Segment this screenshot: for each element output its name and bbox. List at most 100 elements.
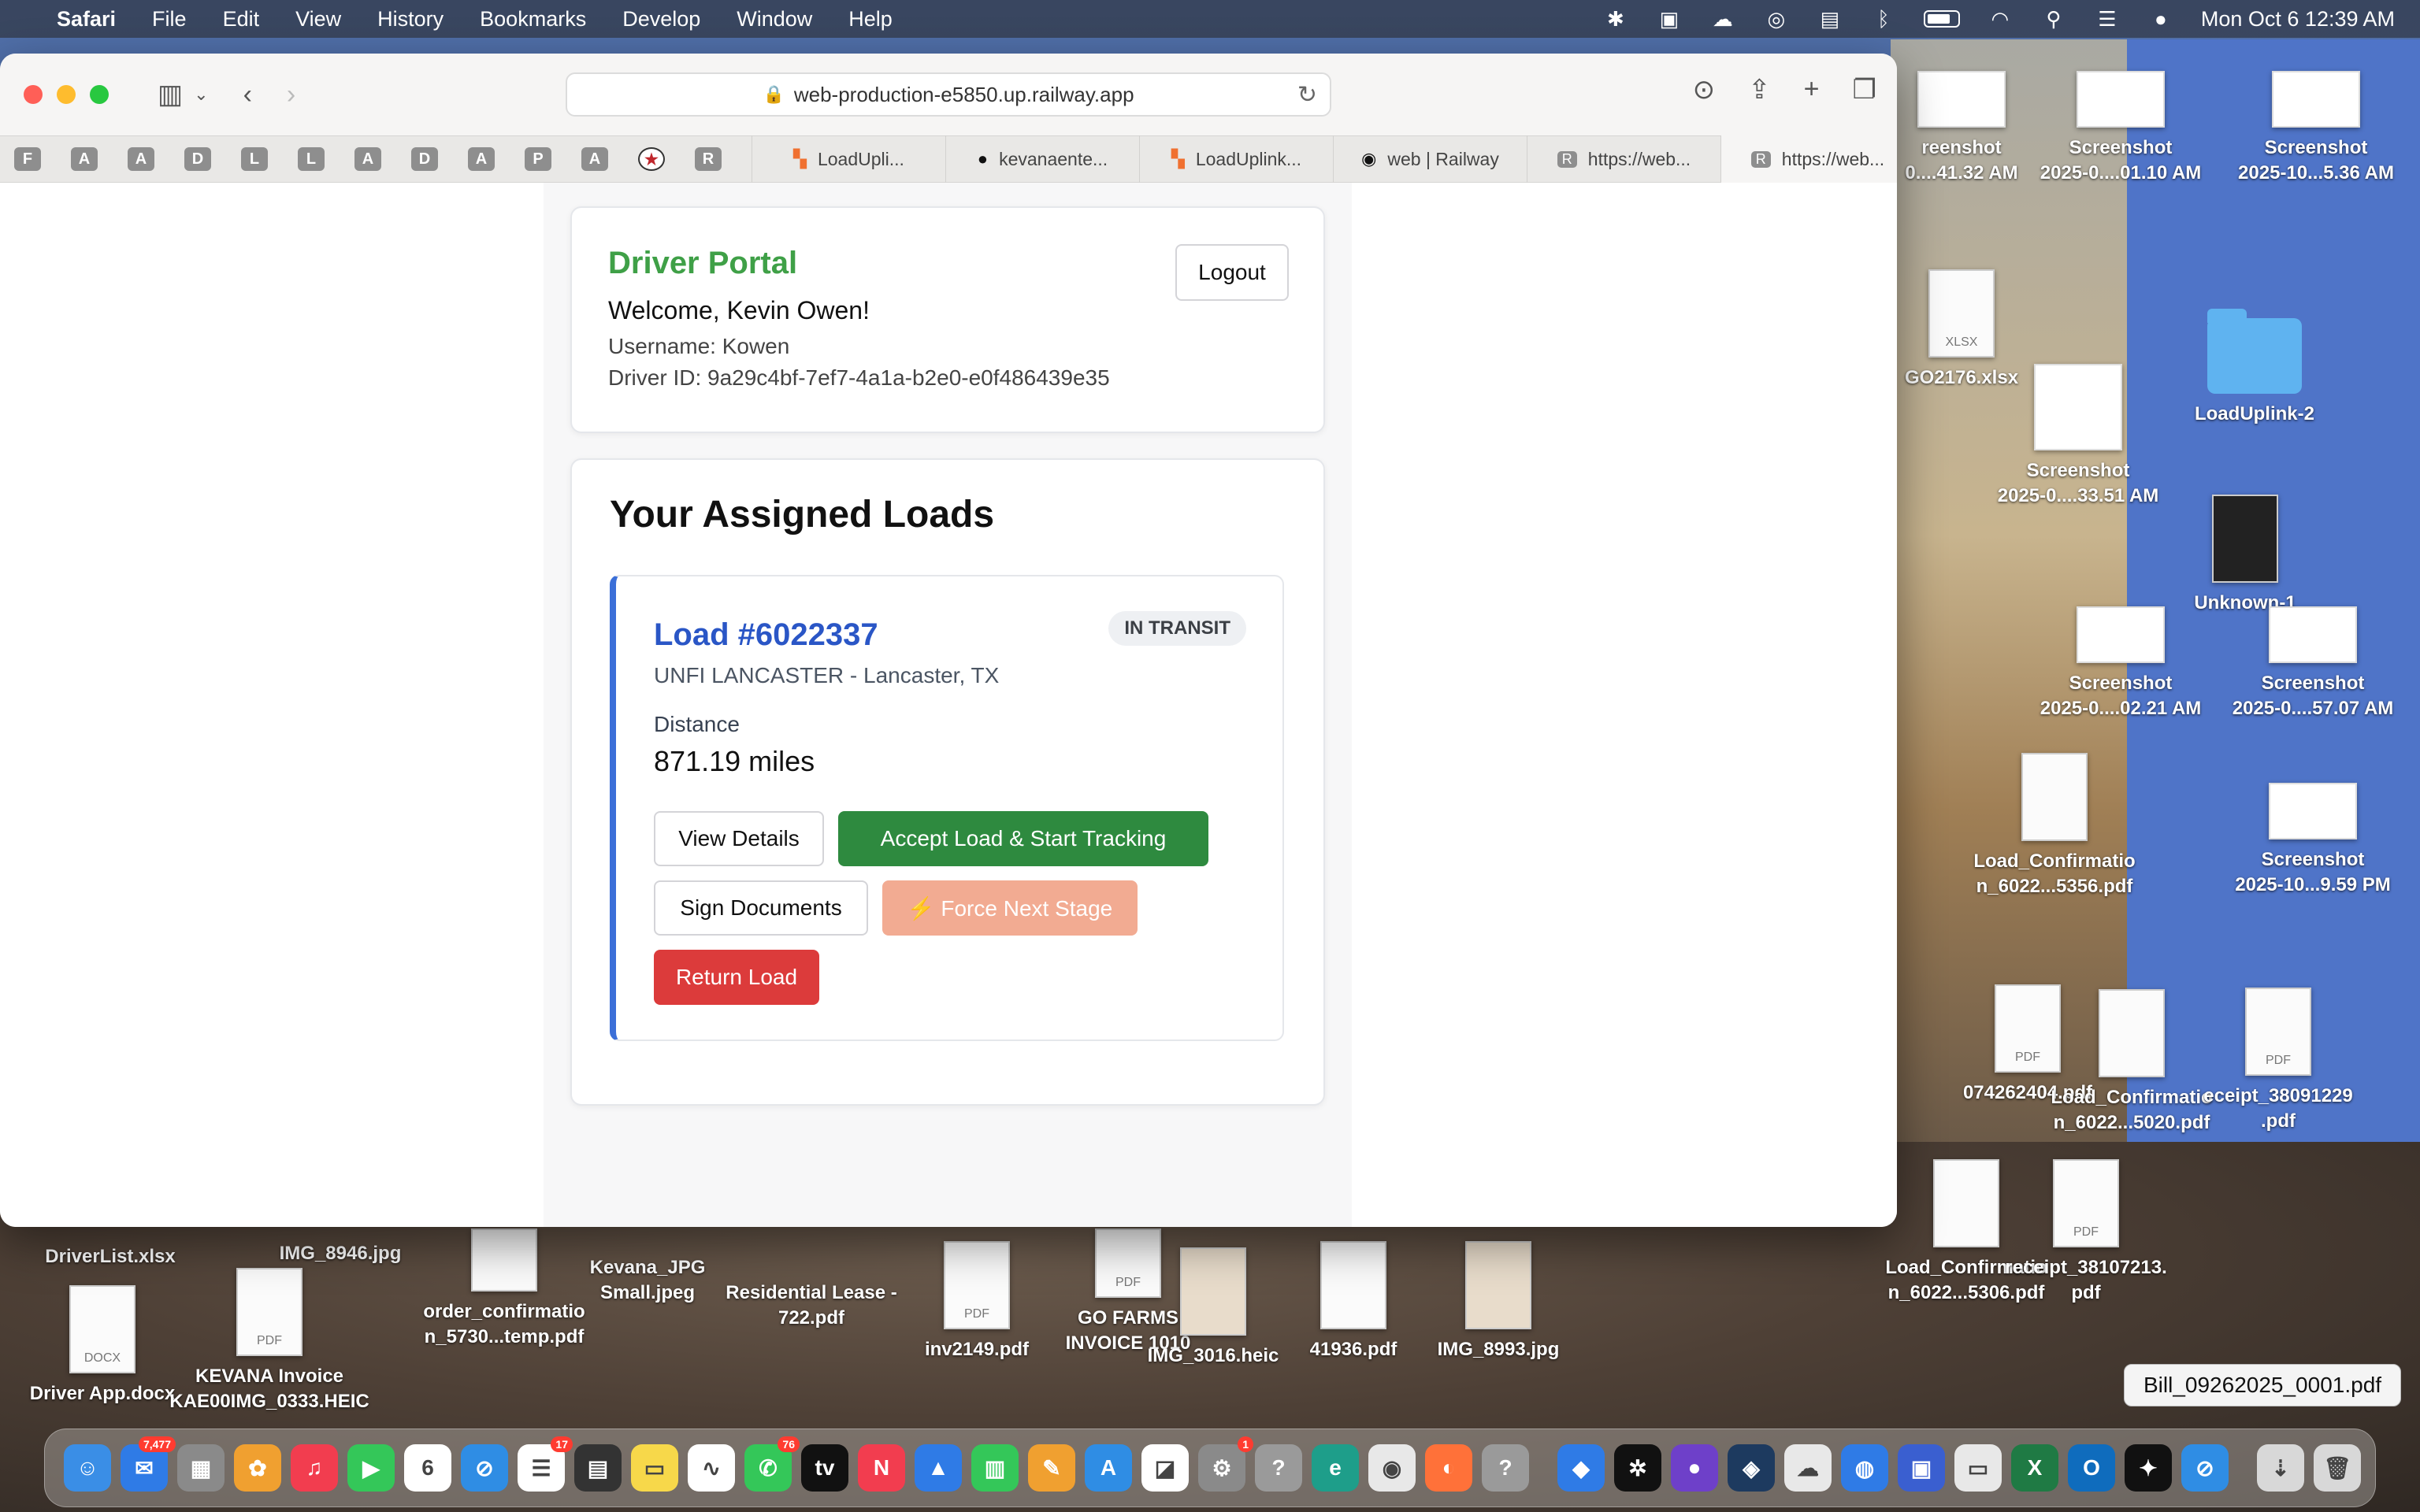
unknown-app-icon[interactable]: ? (1482, 1444, 1529, 1492)
calendar-icon[interactable]: 6 (404, 1444, 451, 1492)
safari-small-icon[interactable]: ⊘ (2181, 1444, 2229, 1492)
desktop-icon[interactable]: PDF eceipt_38091229 .pdf (2192, 988, 2365, 1134)
menu-window[interactable]: Window (737, 7, 812, 32)
pinned-tab[interactable]: F (14, 147, 41, 171)
view-details-button[interactable]: View Details (654, 811, 824, 866)
desktop-icon[interactable]: Screenshot 2025-10...9.59 PM (2226, 783, 2400, 898)
pinned-tab[interactable]: ★ (638, 147, 665, 171)
desktop-icon[interactable]: DOCX Driver App.docx (16, 1285, 189, 1406)
menu-view[interactable]: View (295, 7, 341, 32)
cloud-icon[interactable]: ☁ (1709, 7, 1736, 31)
sign-documents-button[interactable]: Sign Documents (654, 880, 868, 936)
desktop-icon[interactable]: Kevana_JPG Small.jpeg (561, 1255, 734, 1306)
finder-window-icon[interactable]: ▭ (1954, 1444, 2002, 1492)
app-status-icon[interactable]: ▣ (1656, 7, 1683, 31)
firefox-icon[interactable]: ◐ (1425, 1444, 1472, 1492)
docker-icon[interactable]: ◈ (1728, 1444, 1775, 1492)
pinned-tab[interactable]: D (411, 147, 438, 171)
pinned-tab[interactable]: P (525, 147, 551, 171)
minimize-window-button[interactable] (57, 85, 76, 104)
chatgpt-icon[interactable]: ✲ (1614, 1444, 1661, 1492)
browser-tab[interactable]: ◉ web | Railway (1333, 135, 1527, 183)
desktop-icon[interactable]: Load_Confirmatio n_6022...5356.pdf (1968, 753, 2141, 899)
calculator-icon[interactable]: ▤ (574, 1444, 622, 1492)
downloads-icon[interactable]: ⇣ (2257, 1444, 2304, 1492)
mail-icon[interactable]: ✉ 7,477 (121, 1436, 176, 1492)
bluetooth-icon[interactable]: ᛒ (1870, 7, 1897, 31)
menu-clock[interactable]: Mon Oct 6 12:39 AM (2201, 7, 2395, 32)
desktop-icon[interactable]: Unknown-1 (2158, 495, 2332, 616)
reminders-icon[interactable]: ☰ 17 (518, 1436, 573, 1492)
wifi-icon[interactable]: ◠ (1987, 7, 2014, 31)
facetime-icon[interactable]: ▶ (347, 1444, 395, 1492)
load-number[interactable]: Load #6022337 (654, 617, 878, 653)
numbers-icon[interactable]: ▥ (971, 1444, 1019, 1492)
tv-icon[interactable]: tv (801, 1444, 848, 1492)
desktop-icon[interactable]: PDF receipt_38107213. pdf (1999, 1159, 2173, 1306)
desktop-icon[interactable]: Screenshot 2025-10...5.36 AM (2229, 71, 2403, 186)
menu-bookmarks[interactable]: Bookmarks (480, 7, 586, 32)
desktop-icon[interactable]: Screenshot 2025-0....02.21 AM (2034, 606, 2207, 721)
pinned-tab[interactable]: A (581, 147, 608, 171)
browser-tab[interactable]: ● kevanaente... (945, 135, 1139, 183)
desktop-icon[interactable]: IMG_8993.jpg (1412, 1241, 1585, 1362)
menu-develop[interactable]: Develop (622, 7, 700, 32)
extension-icon[interactable]: ✱ (1602, 7, 1629, 31)
network-icon[interactable]: ◍ (1841, 1444, 1888, 1492)
pinned-tab[interactable]: A (468, 147, 495, 171)
desktop-icon[interactable]: Residential Lease - 722.pdf (725, 1280, 898, 1331)
pinned-tab[interactable]: A (128, 147, 154, 171)
sidebar-toggle-icon[interactable]: ▥ (158, 79, 183, 110)
zoom-window-button[interactable] (90, 85, 109, 104)
appstore-icon[interactable]: A (1085, 1444, 1132, 1492)
unknown-app-icon[interactable]: ? (1255, 1444, 1302, 1492)
photos-icon[interactable]: ✿ (234, 1444, 281, 1492)
outlook-icon[interactable]: O (2068, 1444, 2115, 1492)
share-icon[interactable]: ⇪ (1748, 74, 1771, 106)
tab-overview-icon[interactable]: ❐ (1853, 74, 1876, 106)
close-window-button[interactable] (24, 85, 43, 104)
preview-icon[interactable]: ◪ (1141, 1444, 1189, 1492)
forward-button-icon[interactable]: › (287, 80, 295, 110)
desktop-icon[interactable]: PDF inv2149.pdf (890, 1241, 1063, 1362)
desktop-icon[interactable]: PDF KEVANA Invoice KAE00IMG_0333.HEIC (169, 1268, 369, 1414)
cursor-icon[interactable]: ✦ (2125, 1444, 2172, 1492)
pinned-tab[interactable]: A (71, 147, 98, 171)
new-tab-icon[interactable]: + (1804, 74, 1820, 106)
trash-icon[interactable]: 🗑 (2314, 1444, 2361, 1492)
github-icon[interactable]: ● (1671, 1444, 1718, 1492)
browser-tab[interactable]: R https://web... (1527, 135, 1720, 183)
excel-icon[interactable]: X (2011, 1444, 2058, 1492)
launchpad-icon[interactable]: ▦ (177, 1444, 225, 1492)
chevron-down-icon[interactable]: ⌄ (194, 84, 208, 105)
finder-icon[interactable]: ☺ (64, 1444, 111, 1492)
creative-cloud-icon[interactable]: ☁ (1784, 1444, 1832, 1492)
safari-icon[interactable]: ⊘ (461, 1444, 508, 1492)
pinned-tab[interactable]: R (695, 147, 722, 171)
pinned-tab[interactable]: L (298, 147, 325, 171)
spotlight-search-icon[interactable]: ⚲ (2040, 7, 2067, 31)
menu-help[interactable]: Help (848, 7, 893, 32)
menu-edit[interactable]: Edit (223, 7, 260, 32)
desktop-icon[interactable]: DriverList.xlsx (24, 1244, 197, 1269)
status-app-icon[interactable]: ▤ (1817, 7, 1843, 31)
reload-icon[interactable]: ↻ (1297, 81, 1317, 109)
copilot-icon[interactable]: ◆ (1557, 1444, 1605, 1492)
menu-app-name[interactable]: Safari (57, 7, 116, 32)
pinned-tab[interactable]: L (241, 147, 268, 171)
browser-tab[interactable]: ▚ LoadUpli... (752, 135, 945, 183)
pinned-tab[interactable]: D (184, 147, 211, 171)
desktop-icon[interactable]: LoadUplink-2 (2168, 309, 2341, 427)
return-load-button[interactable]: Return Load (654, 950, 819, 1005)
chrome-icon[interactable]: ◉ (1368, 1444, 1416, 1492)
keynote-icon[interactable]: ▲ (915, 1444, 962, 1492)
logout-button[interactable]: Logout (1175, 244, 1289, 301)
music-icon[interactable]: ♫ (291, 1444, 338, 1492)
menu-history[interactable]: History (377, 7, 444, 32)
browser-tab-active[interactable]: R https://web... (1720, 135, 1897, 183)
force-next-stage-button[interactable]: ⚡ Force Next Stage (882, 880, 1138, 936)
battery-icon[interactable] (1923, 10, 1960, 28)
downloads-icon[interactable]: ⊙ (1693, 74, 1716, 106)
pinned-tab[interactable]: A (354, 147, 381, 171)
settings-icon[interactable]: ⚙ 1 (1198, 1436, 1253, 1492)
